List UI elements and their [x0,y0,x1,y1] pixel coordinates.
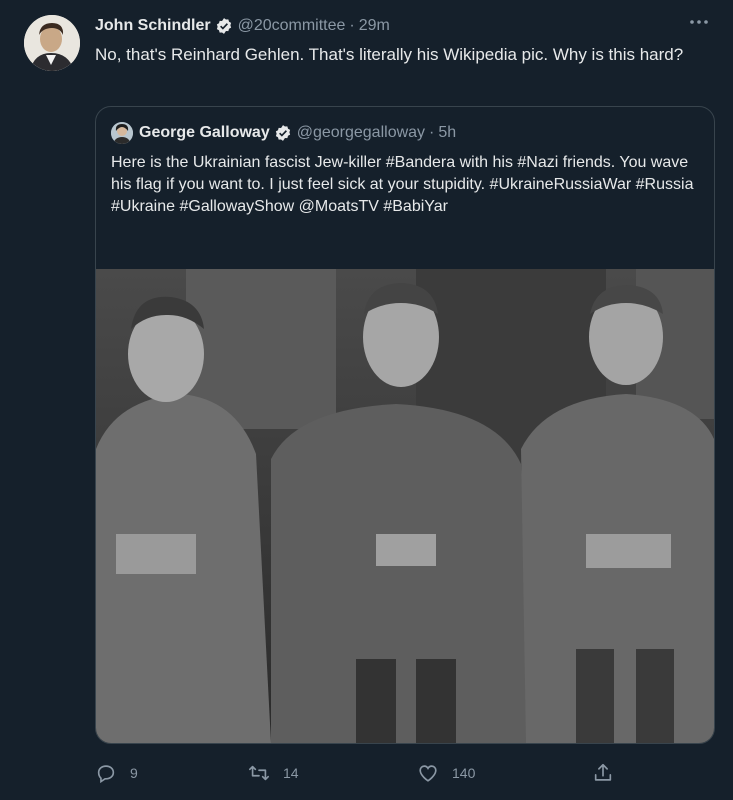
separator-dot: · [429,124,435,141]
reply-button[interactable]: 9 [95,760,138,786]
like-button[interactable]: 140 [417,760,475,786]
like-count: 140 [452,765,476,781]
quoted-tweet-header: George Galloway @georgegalloway · 5h [111,122,456,144]
quoted-tweet-photo[interactable] [96,269,714,743]
quoted-tweet-text: Here is the Ukrainian fascist Jew-killer… [111,154,694,215]
reply-count: 9 [130,765,138,781]
share-icon [592,762,614,784]
reply-icon [95,762,117,784]
more-options-icon[interactable] [687,12,711,32]
verified-badge-icon [274,124,292,142]
quoted-author-name[interactable]: George Galloway [139,124,270,142]
retweet-count: 14 [283,765,299,781]
quoted-tweet[interactable]: George Galloway @georgegalloway · 5h Her… [95,106,715,744]
tweet-actions: 9 14 140 [95,760,635,786]
quoted-author-avatar[interactable] [111,122,133,144]
quoted-author-handle[interactable]: @georgegalloway [297,124,425,142]
author-handle[interactable]: @20committee [238,17,346,35]
tweet-header: John Schindler @20committee · 29m [95,16,390,36]
author-avatar[interactable] [24,15,80,71]
separator-dot: · [349,17,355,34]
tweet-text: No, that's Reinhard Gehlen. That's liter… [95,45,684,64]
tweet[interactable]: John Schindler @20committee · 29m No, th… [0,0,733,800]
verified-badge-icon [215,17,233,35]
author-name[interactable]: John Schindler [95,17,211,35]
quoted-tweet-timestamp[interactable]: 5h [438,124,456,142]
like-icon [417,762,439,784]
retweet-icon [248,762,270,784]
retweet-button[interactable]: 14 [248,760,299,786]
tweet-timestamp[interactable]: 29m [359,17,390,35]
share-button[interactable] [592,760,627,786]
